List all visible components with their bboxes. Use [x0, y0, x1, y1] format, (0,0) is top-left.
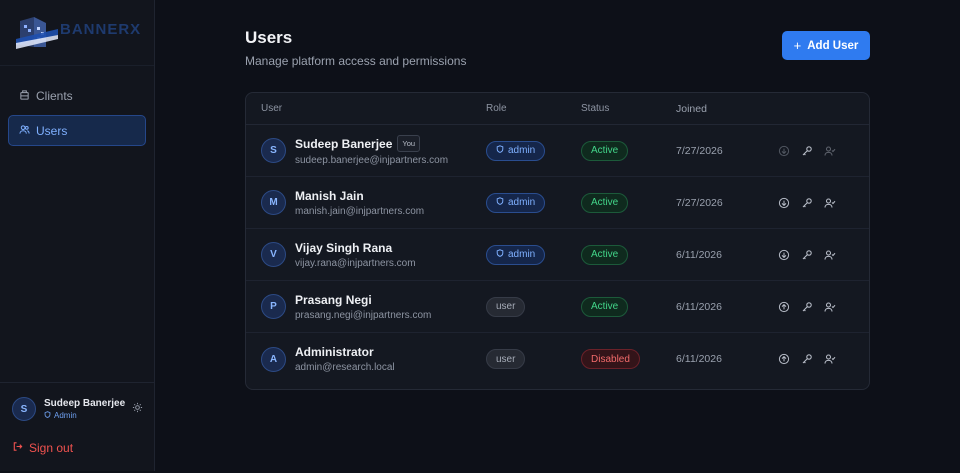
user-check-icon[interactable]: [824, 145, 836, 157]
joined-date: 6/11/2026: [676, 300, 722, 313]
shield-icon: [44, 411, 54, 420]
column-header-joined: Joined: [676, 102, 707, 115]
role-badge: admin: [486, 140, 546, 161]
user-email: manish.jain@injpartners.com: [295, 205, 425, 217]
status-badge: Active: [581, 192, 629, 213]
user-email: vijay.rana@injpartners.com: [295, 257, 416, 269]
user-check-icon[interactable]: [824, 301, 836, 313]
user-name: Sudeep Banerjee: [295, 136, 393, 151]
shield-icon: [496, 145, 508, 156]
avatar: A: [261, 346, 286, 372]
key-icon[interactable]: [801, 197, 813, 209]
user-check-icon[interactable]: [824, 249, 836, 261]
you-badge: You: [397, 135, 421, 152]
brand-name: BANNERX: [60, 21, 142, 38]
avatar: S: [261, 138, 286, 163]
key-icon[interactable]: [801, 301, 813, 313]
table-row: S Sudeep Banerjee You sudeep.banerjee@inj…: [246, 125, 869, 177]
table-row: A Administrator admin@research.local use…: [246, 333, 869, 385]
arrow-circle-icon[interactable]: [778, 145, 790, 157]
user-email: admin@research.local: [295, 362, 395, 373]
joined-date: 6/11/2026: [676, 353, 722, 365]
arrow-circle-icon[interactable]: [778, 249, 790, 261]
avatar: S: [12, 397, 36, 421]
brand-logo[interactable]: BANNERX: [0, 0, 154, 66]
role-badge: user: [486, 349, 526, 370]
role-badge: admin: [486, 192, 546, 213]
key-icon[interactable]: [801, 145, 813, 157]
key-icon[interactable]: [801, 353, 813, 365]
sidebar-item-label: Clients: [36, 88, 73, 103]
user-name: Administrator: [295, 345, 374, 359]
user-name: Manish Jain: [295, 188, 364, 203]
shield-icon: [496, 197, 508, 208]
status-badge: Active: [581, 140, 629, 161]
main-content: Users Manage platform access and permiss…: [155, 0, 960, 471]
sidebar-item-clients[interactable]: Clients: [8, 80, 146, 111]
role-badge: admin: [486, 244, 546, 265]
arrow-circle-icon[interactable]: [778, 353, 790, 365]
sidebar: BANNERX Clients Users S Sudeep Banerjee …: [0, 0, 155, 471]
avatar: M: [261, 190, 286, 215]
sun-icon[interactable]: [132, 400, 143, 418]
users-table: User Role Status Joined S Sudeep Banerje…: [245, 92, 870, 390]
status-badge: Active: [581, 244, 629, 265]
plus-icon: +: [793, 38, 802, 53]
table-header: User Role Status Joined: [246, 93, 869, 125]
avatar: P: [261, 294, 286, 319]
arrow-circle-icon[interactable]: [778, 301, 790, 313]
joined-date: 6/11/2026: [676, 248, 722, 261]
user-check-icon[interactable]: [824, 197, 836, 209]
role-badge: user: [486, 296, 526, 317]
current-user: S Sudeep Banerjee Admin: [12, 397, 143, 421]
table-row: V Vijay Singh Rana vijay.rana@injpartner…: [246, 229, 869, 281]
sign-out-icon: [12, 441, 29, 455]
joined-date: 7/27/2026: [676, 144, 723, 157]
column-header-role: Role: [486, 103, 507, 114]
current-user-role: Admin: [44, 411, 132, 420]
column-header-user: User: [261, 103, 283, 114]
sidebar-item-users[interactable]: Users: [8, 115, 146, 146]
user-name: Prasang Negi: [295, 292, 372, 307]
current-user-name: Sudeep Banerjee: [44, 398, 126, 409]
users-icon: [19, 124, 36, 138]
add-user-button[interactable]: + Add User: [782, 31, 870, 60]
app-root: BANNERX Clients Users S Sudeep Banerjee …: [0, 0, 960, 471]
user-email: prasang.negi@injpartners.com: [295, 309, 432, 321]
table-row: P Prasang Negi prasang.negi@injpartners.…: [246, 281, 869, 333]
status-badge: Disabled: [581, 349, 640, 370]
joined-date: 7/27/2026: [676, 196, 723, 209]
sidebar-footer: S Sudeep Banerjee Admin Sign out: [0, 382, 155, 471]
sidebar-item-label: Users: [36, 123, 68, 138]
shield-icon: [496, 249, 508, 260]
user-check-icon[interactable]: [824, 353, 836, 365]
status-badge: Active: [581, 296, 629, 317]
table-row: M Manish Jain manish.jain@injpartners.co…: [246, 177, 869, 229]
sidebar-nav: Clients Users: [0, 66, 154, 164]
column-header-status: Status: [581, 103, 610, 114]
brand-logo-icon: [16, 16, 58, 49]
key-icon[interactable]: [801, 249, 813, 261]
clients-icon: [19, 89, 36, 103]
sign-out-button[interactable]: Sign out: [12, 441, 143, 455]
user-name: Vijay Singh Rana: [295, 240, 393, 255]
arrow-circle-icon[interactable]: [778, 197, 790, 209]
user-email: sudeep.banerjee@injpartners.com: [295, 155, 449, 166]
avatar: V: [261, 242, 286, 267]
